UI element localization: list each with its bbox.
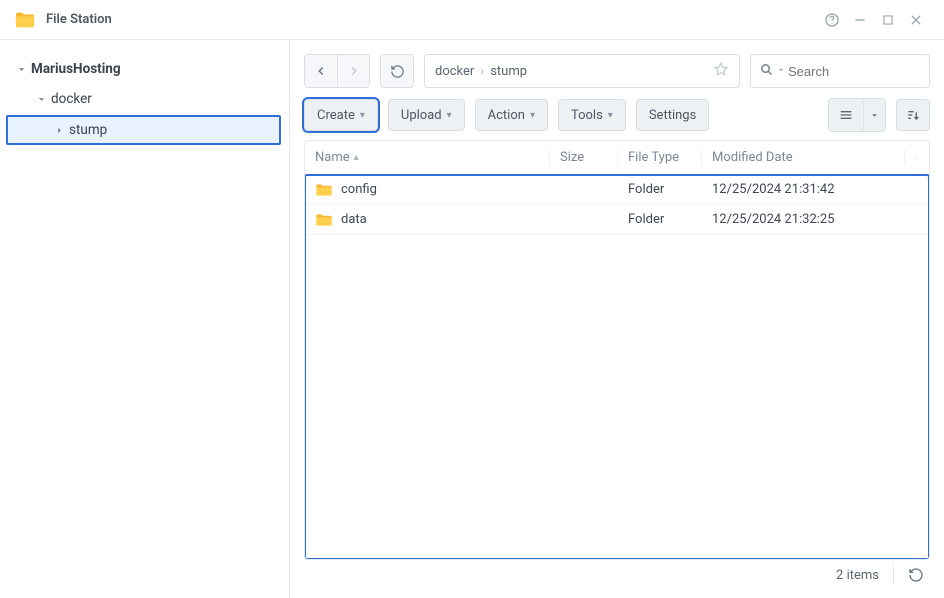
- refresh-icon[interactable]: [908, 567, 924, 583]
- table-body: config Folder 12/25/2024 21:31:42 data: [305, 175, 929, 559]
- table-header: Name ▴ Size File Type Modified Date: [305, 141, 929, 175]
- folder-icon: [315, 183, 333, 197]
- column-label: Size: [560, 150, 584, 165]
- tree-item-docker[interactable]: docker: [0, 84, 289, 114]
- toolbar: Create ▾ Upload ▾ Action ▾ Tools ▾ Setti…: [304, 98, 930, 132]
- chevron-down-icon: [34, 92, 48, 106]
- tools-button[interactable]: Tools ▾: [558, 99, 626, 131]
- breadcrumb-segment[interactable]: docker: [435, 64, 474, 79]
- chevron-down-icon: ▾: [530, 110, 535, 121]
- column-header-modified[interactable]: Modified Date: [702, 150, 905, 165]
- view-mode-dropdown[interactable]: [863, 99, 885, 131]
- content-pane: docker › stump: [290, 40, 944, 598]
- column-label: Modified Date: [712, 150, 793, 165]
- action-button[interactable]: Action ▾: [475, 99, 548, 131]
- tree-root[interactable]: MariusHosting: [0, 54, 289, 84]
- button-label: Create: [317, 108, 355, 123]
- upload-button[interactable]: Upload ▾: [388, 99, 465, 131]
- favorite-star-icon[interactable]: [713, 61, 729, 81]
- chevron-down-icon: ▾: [447, 110, 452, 121]
- column-menu-icon[interactable]: [905, 151, 929, 165]
- file-modified: 12/25/2024 21:32:25: [702, 212, 929, 227]
- main-area: MariusHosting docker stump: [0, 40, 944, 598]
- table-row[interactable]: data Folder 12/25/2024 21:32:25: [305, 205, 929, 235]
- file-modified: 12/25/2024 21:31:42: [702, 182, 929, 197]
- file-type: Folder: [618, 182, 702, 197]
- folder-tree-sidebar: MariusHosting docker stump: [0, 40, 290, 598]
- title-bar: File Station: [0, 0, 944, 40]
- chevron-right-icon: ›: [480, 64, 484, 79]
- app-title: File Station: [46, 12, 112, 27]
- chevron-right-icon: [52, 123, 66, 137]
- search-icon: [759, 62, 774, 81]
- close-icon[interactable]: [902, 6, 930, 34]
- folder-icon: [315, 213, 333, 227]
- search-input[interactable]: [788, 64, 944, 79]
- view-mode-group: [828, 98, 886, 132]
- button-label: Tools: [571, 108, 603, 123]
- create-button[interactable]: Create ▾: [304, 99, 378, 131]
- chevron-down-icon[interactable]: [776, 64, 786, 79]
- sort-asc-icon: ▴: [354, 152, 359, 163]
- tree-item-label: docker: [51, 91, 92, 107]
- chevron-down-icon: [14, 62, 28, 76]
- button-label: Action: [488, 108, 525, 123]
- button-label: Upload: [401, 108, 442, 123]
- column-label: Name: [315, 150, 350, 165]
- list-view-icon[interactable]: [829, 99, 863, 131]
- minimize-icon[interactable]: [846, 6, 874, 34]
- file-type: Folder: [618, 212, 702, 227]
- maximize-icon[interactable]: [874, 6, 902, 34]
- help-icon[interactable]: [818, 6, 846, 34]
- nav-back-forward: [304, 54, 370, 88]
- file-name: config: [341, 182, 377, 197]
- nav-back-button[interactable]: [305, 55, 337, 87]
- file-table: Name ▴ Size File Type Modified Date: [304, 140, 930, 560]
- settings-button[interactable]: Settings: [636, 99, 709, 131]
- column-header-name[interactable]: Name ▴: [305, 150, 550, 165]
- file-name: data: [341, 212, 367, 227]
- item-count: 2 items: [836, 568, 879, 583]
- nav-forward-button[interactable]: [337, 55, 369, 87]
- column-header-size[interactable]: Size: [550, 150, 618, 165]
- tree-root-label: MariusHosting: [31, 61, 121, 77]
- sort-icon[interactable]: [896, 99, 930, 131]
- search-box[interactable]: [750, 54, 930, 88]
- chevron-down-icon: ▾: [608, 110, 613, 121]
- table-row[interactable]: config Folder 12/25/2024 21:31:42: [305, 175, 929, 205]
- column-header-type[interactable]: File Type: [618, 150, 702, 165]
- tree-item-label: stump: [69, 122, 107, 138]
- file-station-window: File Station MariusHosting: [0, 0, 944, 598]
- column-label: File Type: [628, 150, 679, 165]
- folder-app-icon: [14, 9, 36, 31]
- status-bar: 2 items: [304, 560, 930, 590]
- chevron-down-icon: ▾: [360, 110, 365, 121]
- breadcrumb-segment[interactable]: stump: [490, 64, 527, 79]
- breadcrumb: docker › stump: [424, 54, 740, 88]
- tree-item-stump[interactable]: stump: [6, 115, 281, 145]
- button-label: Settings: [649, 108, 696, 123]
- path-row: docker › stump: [304, 54, 930, 88]
- divider: [893, 566, 894, 584]
- reload-button[interactable]: [380, 54, 414, 88]
